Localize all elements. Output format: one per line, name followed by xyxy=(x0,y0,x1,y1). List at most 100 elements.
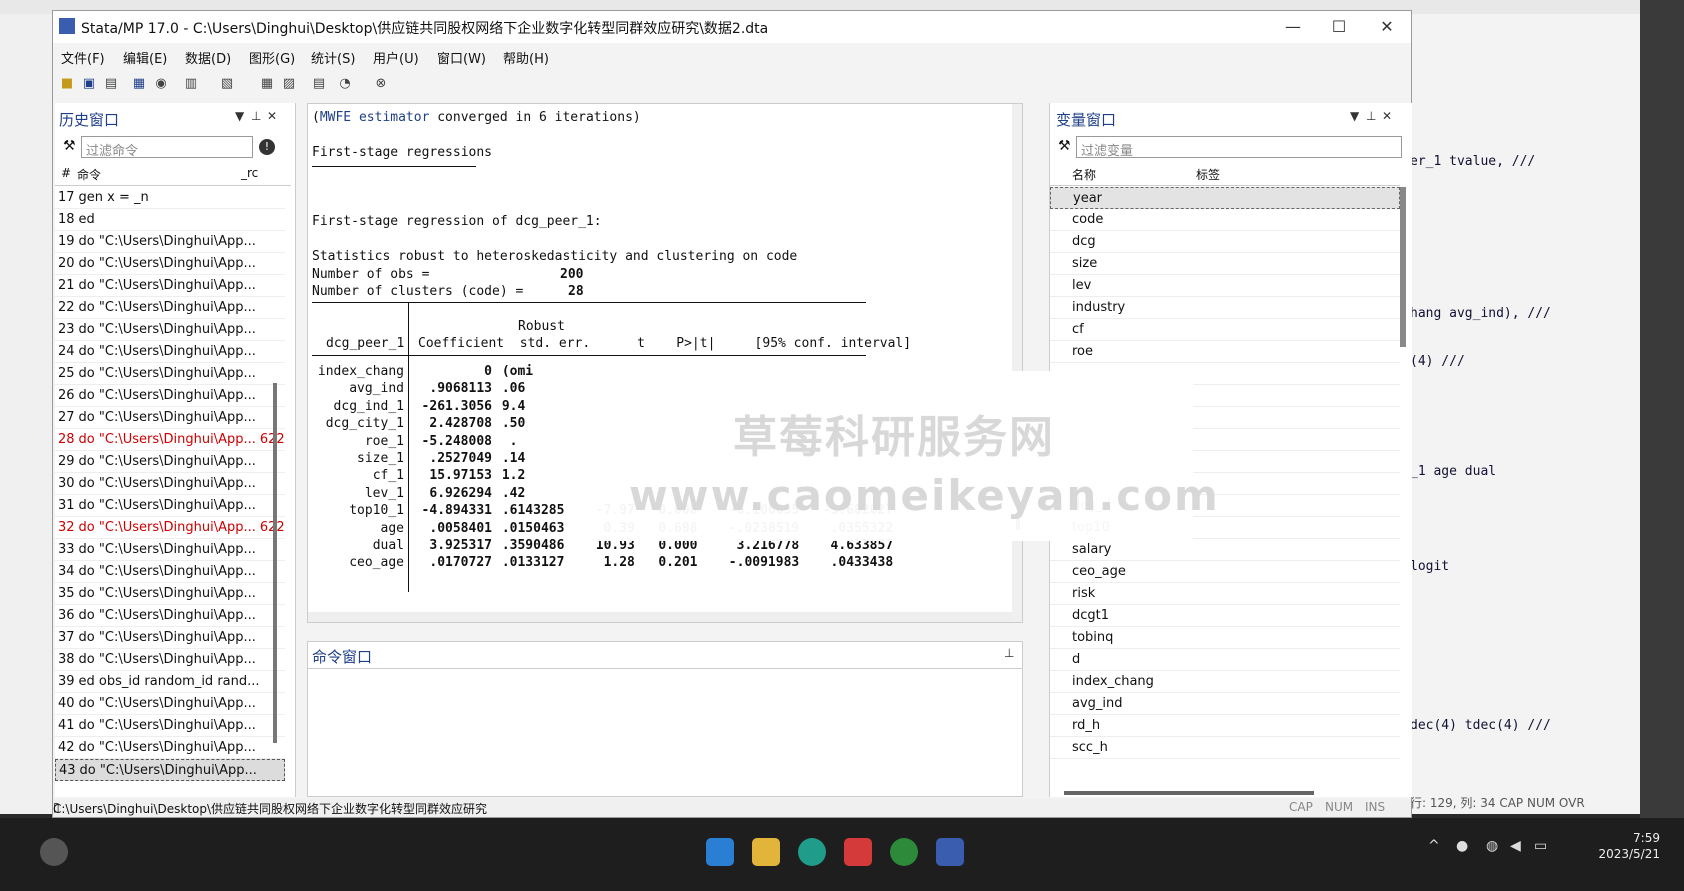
battery-icon[interactable]: ▭ xyxy=(1534,838,1547,854)
history-row[interactable]: 35 do "C:\Users\Dinghui\App... xyxy=(55,583,285,605)
results-hscrollbar[interactable] xyxy=(308,612,1012,622)
col-command[interactable]: 命令 xyxy=(77,166,101,183)
history-row[interactable]: 27 do "C:\Users\Dinghui\App... xyxy=(55,407,285,429)
do-file-editor-icon[interactable]: ▧ xyxy=(219,76,235,92)
variable-row[interactable]: size xyxy=(1050,253,1400,275)
variables-filter-input[interactable]: 过滤变量 xyxy=(1076,136,1402,159)
history-row[interactable]: 25 do "C:\Users\Dinghui\App... xyxy=(55,363,285,385)
menu-file[interactable]: 文件(F) xyxy=(61,48,105,67)
viewer-icon[interactable]: ◉ xyxy=(153,76,169,92)
stata-task-icon[interactable] xyxy=(936,838,964,866)
history-row[interactable]: 26 do "C:\Users\Dinghui\App... xyxy=(55,385,285,407)
variable-row[interactable]: tobinq xyxy=(1050,627,1400,649)
variable-row[interactable]: roe xyxy=(1050,341,1400,363)
col-name[interactable]: 名称 xyxy=(1072,166,1096,183)
data-editor-icon[interactable]: ▦ xyxy=(259,76,275,92)
history-row[interactable]: 41 do "C:\Users\Dinghui\App... xyxy=(55,715,285,737)
history-row[interactable]: 28do "C:\Users\Dinghui\App...622 xyxy=(55,429,285,451)
log-icon[interactable]: ▦ xyxy=(131,76,147,92)
history-row[interactable]: 24 do "C:\Users\Dinghui\App... xyxy=(55,341,285,363)
break-icon[interactable]: ⊗ xyxy=(373,76,389,92)
start-icon[interactable] xyxy=(706,838,734,866)
close-button[interactable]: ✕ xyxy=(1365,15,1409,39)
pane-pin-icon[interactable]: ⊥ xyxy=(1366,109,1376,123)
command-pane[interactable]: 命令窗口 ⊥ xyxy=(307,641,1023,797)
variable-row[interactable]: code xyxy=(1050,209,1400,231)
variable-row[interactable]: year xyxy=(1050,187,1400,209)
variable-row[interactable]: cf xyxy=(1050,319,1400,341)
history-row[interactable]: 23 do "C:\Users\Dinghui\App... xyxy=(55,319,285,341)
history-row[interactable]: 18 ed xyxy=(55,209,285,231)
menu-graphics[interactable]: 图形(G) xyxy=(249,48,295,67)
history-row[interactable]: 29 do "C:\Users\Dinghui\App... xyxy=(55,451,285,473)
pane-close-icon[interactable]: ✕ xyxy=(1382,109,1392,123)
search-icon[interactable] xyxy=(40,838,68,866)
history-filter-input[interactable]: 过滤命令 xyxy=(81,136,253,159)
variable-row[interactable]: ceo_age xyxy=(1050,561,1400,583)
history-row[interactable]: 38 do "C:\Users\Dinghui\App... xyxy=(55,649,285,671)
variable-row[interactable]: industry xyxy=(1050,297,1400,319)
network-icon[interactable]: ◍ xyxy=(1486,838,1498,854)
data-browser-icon[interactable]: ▨ xyxy=(281,76,297,92)
folder-icon[interactable] xyxy=(752,838,780,866)
pin-icon[interactable]: ⊥ xyxy=(1004,646,1014,660)
history-row[interactable]: 42 do "C:\Users\Dinghui\App... xyxy=(55,737,285,759)
menu-data[interactable]: 数据(D) xyxy=(185,48,231,67)
variable-row[interactable]: salary xyxy=(1050,539,1400,561)
history-row[interactable]: 20 do "C:\Users\Dinghui\App... xyxy=(55,253,285,275)
open-icon[interactable]: ■ xyxy=(59,76,75,92)
variable-row[interactable]: rd_h xyxy=(1050,715,1400,737)
variable-row[interactable]: scc_h xyxy=(1050,737,1400,759)
print-icon[interactable]: ▤ xyxy=(103,76,119,92)
variable-row[interactable]: risk xyxy=(1050,583,1400,605)
variable-row[interactable]: dcgt1 xyxy=(1050,605,1400,627)
pane-pin-icon[interactable]: ⊥ xyxy=(251,109,261,123)
menu-window[interactable]: 窗口(W) xyxy=(437,48,486,67)
mic-icon[interactable]: ● xyxy=(1456,838,1468,854)
pane-filter-icon[interactable]: ▼ xyxy=(235,109,244,123)
info-icon[interactable]: ! xyxy=(259,139,275,155)
clock[interactable]: 7:59 2023/5/21 xyxy=(1580,830,1660,862)
history-row[interactable]: 17 gen x = _n xyxy=(55,187,285,209)
variables-manager-icon[interactable]: ▤ xyxy=(311,76,327,92)
history-row[interactable]: 32do "C:\Users\Dinghui\App...622 xyxy=(55,517,285,539)
history-row[interactable]: 22 do "C:\Users\Dinghui\App... xyxy=(55,297,285,319)
edge-icon[interactable] xyxy=(798,838,826,866)
variable-row[interactable]: lev xyxy=(1050,275,1400,297)
pane-filter-icon[interactable]: ▼ xyxy=(1350,109,1359,123)
history-row[interactable]: 43 do "C:\Users\Dinghui\App... xyxy=(55,759,285,781)
history-row[interactable]: 30 do "C:\Users\Dinghui\App... xyxy=(55,473,285,495)
minimize-button[interactable]: — xyxy=(1271,15,1315,39)
variable-row[interactable]: avg_ind xyxy=(1050,693,1400,715)
col-rc[interactable]: _rc xyxy=(241,166,258,180)
wechat-icon[interactable] xyxy=(890,838,918,866)
graph-icon[interactable]: ▥ xyxy=(183,76,199,92)
history-row[interactable]: 36 do "C:\Users\Dinghui\App... xyxy=(55,605,285,627)
more-icon[interactable]: ◔ xyxy=(337,76,353,92)
history-row[interactable]: 40 do "C:\Users\Dinghui\App... xyxy=(55,693,285,715)
history-row[interactable]: 33 do "C:\Users\Dinghui\App... xyxy=(55,539,285,561)
variable-row[interactable]: index_chang xyxy=(1050,671,1400,693)
history-row[interactable]: 34 do "C:\Users\Dinghui\App... xyxy=(55,561,285,583)
results-vscrollbar[interactable] xyxy=(1012,104,1022,622)
history-row[interactable]: 31 do "C:\Users\Dinghui\App... xyxy=(55,495,285,517)
history-row[interactable]: 37 do "C:\Users\Dinghui\App... xyxy=(55,627,285,649)
menu-statistics[interactable]: 统计(S) xyxy=(311,48,355,67)
variables-scrollbar[interactable] xyxy=(1400,187,1406,347)
variable-row[interactable]: d xyxy=(1050,649,1400,671)
menu-user[interactable]: 用户(U) xyxy=(373,48,419,67)
menu-help[interactable]: 帮助(H) xyxy=(503,48,549,67)
history-row[interactable]: 21 do "C:\Users\Dinghui\App... xyxy=(55,275,285,297)
maximize-button[interactable]: ☐ xyxy=(1317,15,1361,39)
history-row[interactable]: 19 do "C:\Users\Dinghui\App... xyxy=(55,231,285,253)
chevron-up-icon[interactable]: ^ xyxy=(1428,838,1440,854)
volume-icon[interactable]: ◀ xyxy=(1510,838,1521,854)
variable-row[interactable]: dcg xyxy=(1050,231,1400,253)
wps-icon[interactable] xyxy=(844,838,872,866)
variables-hscrollbar[interactable] xyxy=(1064,791,1314,795)
history-scrollbar[interactable] xyxy=(273,383,277,743)
save-icon[interactable]: ▣ xyxy=(81,76,97,92)
col-label[interactable]: 标签 xyxy=(1196,166,1220,183)
history-row[interactable]: 39 ed obs_id random_id rand... xyxy=(55,671,285,693)
pane-close-icon[interactable]: ✕ xyxy=(267,109,277,123)
